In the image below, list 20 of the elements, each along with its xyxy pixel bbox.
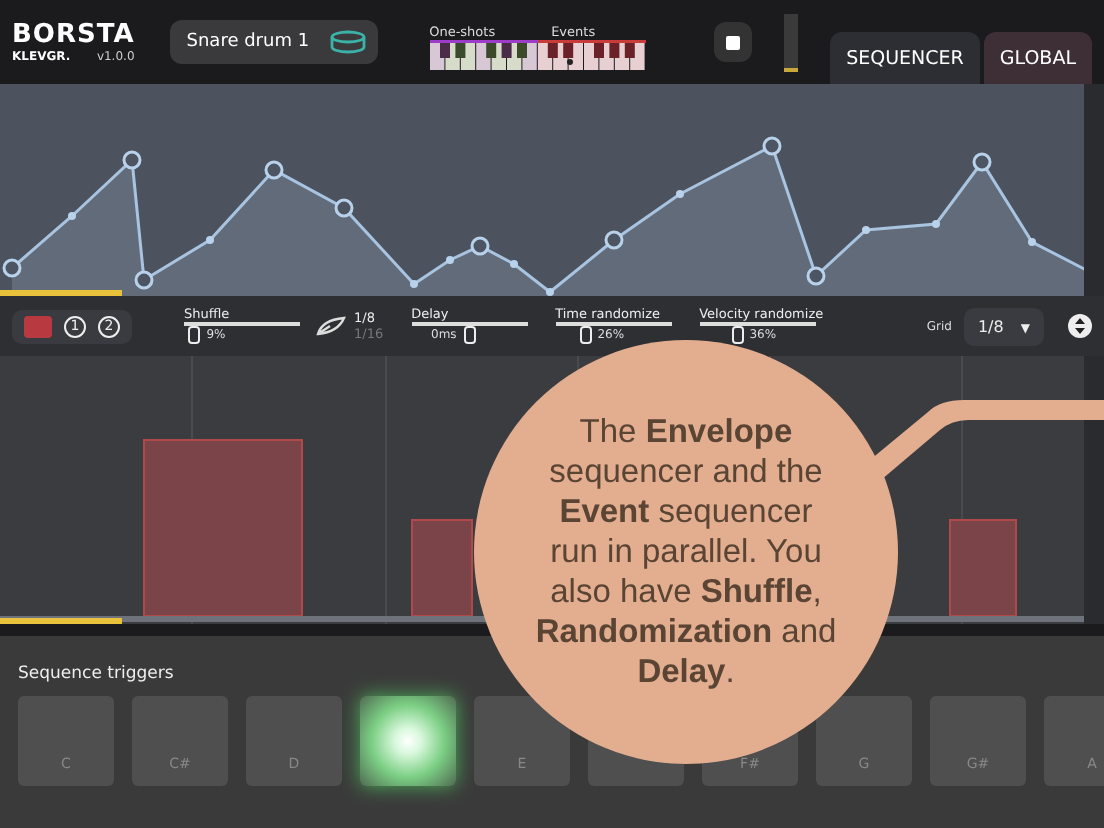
mini-keyboard-drawing[interactable]: [429, 39, 646, 69]
section-title: Sequence triggers: [18, 664, 174, 684]
slider-thumb[interactable]: [188, 326, 201, 344]
slider-thumb[interactable]: [463, 326, 475, 344]
playhead-bar: [0, 290, 122, 296]
level-meter: [783, 13, 799, 71]
slider-thumb[interactable]: [579, 326, 592, 344]
stop-button[interactable]: [713, 22, 752, 62]
app-logo: BORSTA: [12, 20, 135, 50]
feather-icon: [316, 316, 348, 336]
preset-selector[interactable]: Snare drum 1: [170, 20, 378, 64]
tab[interactable]: GLOBAL: [983, 32, 1092, 84]
drum-icon: [329, 30, 366, 54]
trigger-pad[interactable]: [360, 696, 456, 786]
callout-text: The Envelope sequencer and the Event sequencer run in parallel. You also have Shuffle, Randomization and Delay.: [534, 412, 838, 692]
slider-thumb[interactable]: [731, 326, 744, 344]
expand-icon[interactable]: [1068, 314, 1092, 338]
tab[interactable]: SEQUENCER: [830, 32, 980, 84]
lane-color-icon[interactable]: [24, 315, 52, 337]
playhead-bar: [0, 618, 122, 624]
